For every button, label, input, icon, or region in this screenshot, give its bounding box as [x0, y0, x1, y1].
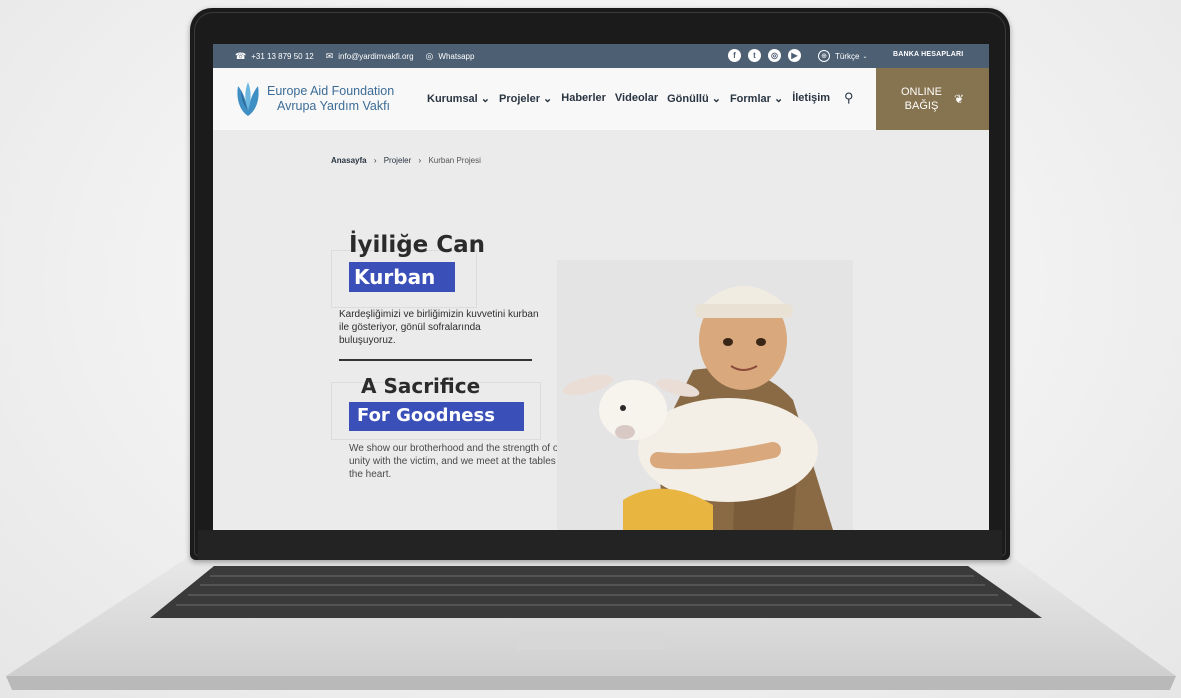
language-selector[interactable]: ⊕ Türkçe ⌄: [818, 50, 867, 62]
chevron-right-icon: ›: [373, 156, 377, 165]
menu-item-projeler[interactable]: Projeler ⌄: [499, 92, 552, 105]
bank-accounts-link[interactable]: BANKA HESAPLARI: [893, 51, 963, 58]
main-navigation: Europe Aid Foundation Avrupa Yardım Vakf…: [213, 68, 989, 130]
whatsapp-link[interactable]: ◎ Whatsapp: [426, 51, 475, 62]
menu-item-iletisim[interactable]: İletişim: [792, 92, 830, 105]
phone-link[interactable]: ☎ +31 13 879 50 12: [235, 51, 314, 62]
instagram-icon[interactable]: ◎: [768, 49, 781, 62]
logo-title-en: Europe Aid Foundation: [267, 84, 395, 98]
language-label: Türkçe: [835, 51, 860, 61]
phone-number: +31 13 879 50 12: [251, 51, 314, 61]
globe-icon: ⊕: [818, 50, 830, 62]
breadcrumb: Anasayfa › Projeler › Kurban Projesi: [331, 156, 481, 165]
hero-section: Anasayfa › Projeler › Kurban Projesi İyi…: [213, 130, 989, 530]
hero-highlight-en: For Goodness: [349, 402, 524, 431]
donate-line1: ONLINE: [900, 86, 942, 98]
menu-item-formlar[interactable]: Formlar ⌄: [730, 92, 783, 105]
donate-line2: BAĞIŞ: [904, 100, 939, 112]
email-address: info@yardimvakfi.org: [338, 51, 414, 61]
whatsapp-icon: ◎: [425, 50, 434, 61]
menu-item-gonullu[interactable]: Gönüllü ⌄: [667, 92, 721, 105]
hero-title-en: A Sacrifice: [361, 374, 481, 398]
chevron-down-icon: ⌄: [862, 53, 868, 60]
chevron-right-icon: ›: [418, 156, 422, 165]
breadcrumb-projects[interactable]: Projeler: [384, 156, 412, 165]
section-divider: [339, 359, 532, 361]
email-link[interactable]: ✉ info@yardimvakfi.org: [326, 51, 414, 62]
search-icon[interactable]: ⚲: [844, 90, 854, 106]
menu-item-videolar[interactable]: Videolar: [615, 92, 658, 105]
menu-bar: Kurumsal ⌄ Projeler ⌄ Haberler Videolar …: [427, 92, 830, 105]
menu-item-haberler[interactable]: Haberler: [561, 92, 606, 105]
tulip-logo-icon: [237, 82, 259, 116]
site-logo[interactable]: Europe Aid Foundation Avrupa Yardım Vakf…: [235, 80, 394, 118]
phone-icon: ☎: [235, 50, 247, 61]
logo-title-tr: Avrupa Yardım Vakfı: [277, 99, 391, 113]
laptop-chin: [198, 530, 1002, 560]
facebook-icon[interactable]: f: [728, 49, 741, 62]
twitter-icon[interactable]: t: [748, 49, 761, 62]
laptop-screen: ☎ +31 13 879 50 12 ✉ info@yardimvakfi.or…: [213, 44, 989, 530]
breadcrumb-home[interactable]: Anasayfa: [331, 156, 367, 165]
hero-text-tr: Kardeşliğimizi ve birliğimizin kuvvetini…: [339, 309, 539, 346]
social-links: f t ◎ ▶: [728, 49, 801, 62]
donation-hand-icon: ❦: [953, 92, 965, 106]
boy-with-lamb-image: [557, 260, 853, 530]
breadcrumb-current: Kurban Projesi: [428, 156, 481, 165]
menu-item-kurumsal[interactable]: Kurumsal ⌄: [427, 92, 490, 105]
hero-highlight-tr: Kurban: [349, 262, 455, 292]
hero-title-tr: İyiliğe Can: [349, 232, 486, 258]
top-info-bar: ☎ +31 13 879 50 12 ✉ info@yardimvakfi.or…: [213, 44, 989, 68]
whatsapp-label: Whatsapp: [438, 51, 475, 61]
mail-icon: ✉: [325, 50, 334, 61]
online-donation-button[interactable]: ONLINE BAĞIŞ ❦: [876, 68, 989, 130]
youtube-icon[interactable]: ▶: [788, 49, 801, 62]
